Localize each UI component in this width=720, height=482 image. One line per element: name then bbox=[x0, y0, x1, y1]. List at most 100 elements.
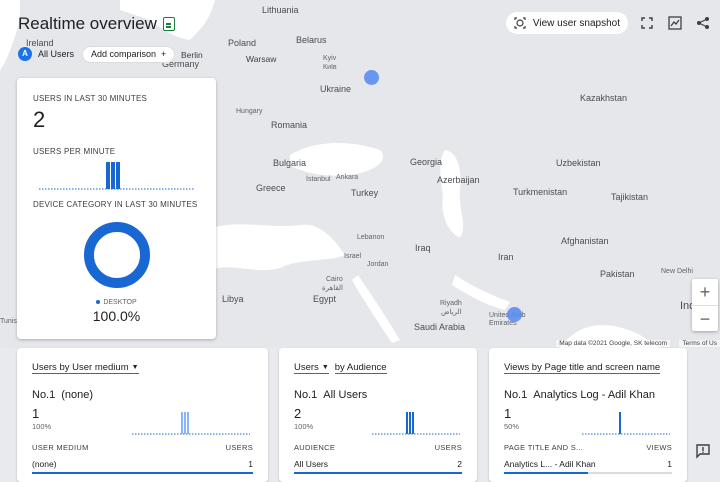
table-row[interactable]: Analytics L... - Adil Khan 1 bbox=[504, 459, 672, 474]
card-2-col-right: USERS bbox=[434, 443, 462, 452]
card-2-top-pct: 100% bbox=[294, 422, 314, 431]
insights-icon[interactable] bbox=[666, 14, 684, 32]
device-category-donut[interactable] bbox=[83, 221, 151, 289]
top-actions: View user snapshot bbox=[505, 12, 712, 34]
map-attribution: Map data ©2021 Google, SK telecom bbox=[556, 340, 670, 347]
map-label-turkey: Turkey bbox=[351, 188, 379, 198]
map-label-israel: Israel bbox=[344, 253, 362, 260]
map-label-ukraine: Ukraine bbox=[320, 84, 352, 94]
map-label-turkmenistan: Turkmenistan bbox=[513, 187, 568, 197]
map-label-kazakhstan: Kazakhstan bbox=[580, 93, 628, 103]
map-label-greece: Greece bbox=[256, 183, 286, 193]
segment-avatar: A bbox=[18, 47, 32, 61]
add-comparison-button[interactable]: Add comparison + bbox=[82, 46, 176, 63]
map-label-georgia: Georgia bbox=[410, 157, 443, 167]
users-last-30-caption: USERS IN LAST 30 MINUTES bbox=[33, 94, 148, 103]
card-1-sparkline[interactable] bbox=[92, 410, 253, 436]
card-3-row-label: Analytics L... - Adil Khan bbox=[504, 459, 596, 469]
card-3-title: Views by Page title and screen name bbox=[504, 362, 661, 373]
card-1-col-right: USERS bbox=[225, 443, 253, 452]
map-label-istanbul: İstanbul bbox=[306, 176, 331, 183]
users-per-minute-caption: USERS PER MINUTE bbox=[33, 147, 116, 156]
map-label-saudi-arabia: Saudi Arabia bbox=[414, 322, 466, 332]
legend-desktop-value: 100.0% bbox=[92, 308, 141, 324]
card-3-rank: No.1 bbox=[504, 389, 528, 401]
add-icon: + bbox=[161, 49, 167, 59]
table-row[interactable]: (none) 1 bbox=[32, 459, 253, 474]
map-label-egypt: Egypt bbox=[313, 294, 337, 304]
legend-desktop-label: DESKTOP bbox=[103, 299, 137, 306]
card-1-title: Users by User medium bbox=[32, 362, 129, 373]
card-1-rank: No.1 bbox=[32, 389, 56, 401]
users-per-minute-chart[interactable] bbox=[33, 160, 200, 190]
card-3-sparkline[interactable] bbox=[562, 410, 672, 436]
map-label-belarus: Belarus bbox=[296, 35, 327, 45]
card-2-col-left: AUDIENCE bbox=[294, 443, 336, 452]
map-label-jordan: Jordan bbox=[367, 261, 389, 268]
fullscreen-icon[interactable] bbox=[638, 14, 656, 32]
map-terms-link[interactable]: Terms of Us bbox=[679, 340, 720, 347]
dropdown-caret-icon: ▼ bbox=[321, 364, 329, 371]
card-users-by-audience: Users ▼ by Audience No.1 All Users 2 100%… bbox=[279, 348, 477, 482]
zoom-out-icon[interactable]: − bbox=[692, 305, 718, 331]
card-1-col-left: USER MEDIUM bbox=[32, 443, 89, 452]
card-1-top-pct: 100% bbox=[32, 422, 52, 431]
map-label-riyadh: Riyadh bbox=[440, 300, 462, 307]
card-2-title-a: Users bbox=[294, 362, 319, 373]
map-marker-ukraine[interactable] bbox=[364, 70, 379, 85]
map-label-uzbekistan: Uzbekistan bbox=[556, 158, 601, 168]
map-marker-uae[interactable] bbox=[507, 307, 522, 322]
table-row[interactable]: All Users 2 bbox=[294, 459, 462, 474]
map-label-afghanistan: Afghanistan bbox=[561, 236, 609, 246]
share-icon[interactable] bbox=[694, 14, 712, 32]
map-label-warsaw: Warsaw bbox=[246, 54, 277, 64]
map-label-iraq: Iraq bbox=[415, 243, 431, 253]
card-views-by-page-title: Views by Page title and screen name No.1… bbox=[489, 348, 687, 482]
map-label-lithuania: Lithuania bbox=[262, 5, 299, 15]
dropdown-caret-icon: ▼ bbox=[131, 364, 139, 371]
device-legend: DESKTOP bbox=[33, 299, 200, 306]
add-comparison-label: Add comparison bbox=[91, 49, 157, 59]
card-2-top-value: 2 bbox=[294, 406, 302, 421]
legend-desktop-swatch bbox=[96, 300, 101, 305]
segment-label: All Users bbox=[38, 49, 75, 59]
map-label-kyiv: Kyiv bbox=[323, 55, 337, 62]
map-label-new-delhi: New Delhi bbox=[661, 268, 693, 275]
card-3-top-value: 1 bbox=[504, 406, 512, 421]
page-title-row: Realtime overview bbox=[18, 14, 175, 34]
map-label-riyadh-local: الرياض bbox=[441, 309, 462, 316]
map-label-cairo: Cairo bbox=[326, 276, 343, 283]
map-label-kyiv-local: Київ bbox=[323, 64, 337, 71]
card-2-top-item: All Users bbox=[323, 389, 368, 401]
card-1-title-dropdown[interactable]: Users by User medium ▼ bbox=[32, 362, 139, 374]
snapshot-target-icon bbox=[514, 17, 526, 29]
card-1-top-value: 1 bbox=[32, 406, 40, 421]
map-label-azerbaijan: Azerbaijan bbox=[437, 175, 480, 185]
card-2-metric-dropdown[interactable]: Users ▼ bbox=[294, 362, 329, 374]
card-2-dimension-dropdown[interactable]: by Audience bbox=[334, 362, 387, 374]
map-label-tajikistan: Tajikistan bbox=[611, 192, 649, 202]
card-1-row-value: 1 bbox=[248, 459, 253, 469]
map-label-hungary: Hungary bbox=[236, 108, 263, 115]
map-label-libya: Libya bbox=[222, 294, 244, 304]
card-2-sparkline[interactable] bbox=[352, 410, 462, 436]
view-user-snapshot-button[interactable]: View user snapshot bbox=[505, 12, 628, 34]
map-label-iran: Iran bbox=[498, 252, 514, 262]
card-3-col-right: VIEWS bbox=[646, 443, 672, 452]
report-doc-icon[interactable] bbox=[162, 17, 175, 31]
device-category-caption: DEVICE CATEGORY IN LAST 30 MINUTES bbox=[33, 200, 198, 209]
snapshot-label: View user snapshot bbox=[532, 17, 620, 29]
segment-chip[interactable]: A All Users bbox=[18, 47, 74, 61]
card-1-row-label: (none) bbox=[32, 459, 57, 469]
map-label-bulgaria: Bulgaria bbox=[273, 158, 307, 168]
map-label-pakistan: Pakistan bbox=[600, 269, 635, 279]
card-3-top-pct: 50% bbox=[504, 422, 520, 431]
card-3-col-left: PAGE TITLE AND S... bbox=[504, 443, 584, 452]
card-3-title-dropdown[interactable]: Views by Page title and screen name bbox=[504, 362, 661, 374]
feedback-icon[interactable] bbox=[694, 442, 712, 460]
card-2-row-value: 2 bbox=[457, 459, 462, 469]
map-label-lebanon: Lebanon bbox=[357, 234, 385, 241]
realtime-summary-card: USERS IN LAST 30 MINUTES 2 USERS PER MIN… bbox=[17, 78, 216, 339]
zoom-in-icon[interactable]: + bbox=[692, 279, 718, 305]
map-label-poland: Poland bbox=[228, 38, 257, 48]
